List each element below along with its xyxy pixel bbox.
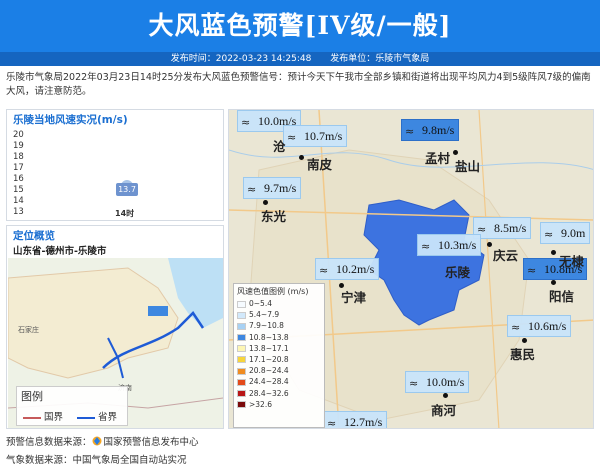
place-label: 盐山 — [455, 159, 481, 174]
wind-tag[interactable]: ≈10.2m/s — [315, 258, 380, 280]
wind-icon: ≈ — [241, 116, 251, 129]
color-swatch — [237, 401, 246, 409]
wind-tag[interactable]: ≈8.5m/s — [473, 217, 532, 239]
wind-icon: ≈ — [405, 125, 415, 138]
wind-icon: ≈ — [327, 417, 337, 429]
place-dot — [522, 338, 527, 343]
color-legend-item: 28.4~32.6 — [237, 388, 321, 399]
color-legend-item: 17.1~20.8 — [237, 354, 321, 365]
place-label: 庆云 — [493, 248, 519, 263]
y-tick: 18 — [13, 152, 24, 162]
color-swatch — [237, 390, 246, 397]
wind-tag[interactable]: ≈9.0m — [540, 222, 591, 244]
wind-icon: ≈ — [511, 321, 521, 334]
color-legend-item: 0~5.4 — [237, 298, 321, 309]
y-tick: 15 — [13, 185, 24, 195]
wind-y-axis: 20 19 18 17 16 15 14 13 — [7, 130, 29, 218]
place-dot — [443, 393, 448, 398]
wind-icon: ≈ — [527, 264, 537, 277]
alert-description: 乐陵市气象局2022年03月23日14时25分发布大风蓝色预警信号：预计今天下午… — [6, 72, 591, 97]
wind-tag[interactable]: ≈10.6m/s — [507, 315, 572, 337]
location-panel: 定位概览 山东省-德州市-乐陵市 石家庄 济南 图例 国界 省界 — [6, 225, 224, 429]
place-label: 宁津 — [341, 290, 367, 305]
place-dot — [299, 155, 304, 160]
color-swatch — [237, 345, 246, 353]
color-swatch — [237, 300, 246, 308]
main-map[interactable]: ≈10.0m/s ≈10.7m/s ≈9.8m/s ≈9.7m/s ≈8.5m/… — [228, 109, 594, 429]
place-label: 惠民 — [510, 347, 536, 362]
map-label: 石家庄 — [18, 325, 39, 334]
publisher: 发布单位：乐陵市气象局 — [330, 54, 430, 64]
y-tick: 19 — [13, 141, 24, 151]
wind-icon: ≈ — [421, 240, 431, 253]
place-label: 无棣 — [559, 254, 585, 269]
wind-tag[interactable]: ≈9.8m/s — [401, 119, 460, 141]
y-tick: 13 — [13, 207, 24, 217]
wind-speed-panel: 乐陵当地风速实况(m/s) 20 19 18 17 16 15 14 13 13… — [6, 109, 224, 221]
alert-header: 大风蓝色预警[IV级/一般] 发布时间：2022-03-23 14:25:48 … — [0, 0, 600, 66]
legend-title: 图例 — [21, 390, 43, 403]
wind-tag[interactable]: ≈9.7m/s — [243, 177, 302, 199]
color-legend-item: 5.4~7.9 — [237, 309, 321, 320]
wind-data-label: 13.7 — [116, 183, 138, 196]
color-legend-item: 20.8~24.4 — [237, 365, 321, 376]
overview-map[interactable]: 石家庄 济南 图例 国界 省界 — [8, 258, 223, 428]
provincial-border-swatch — [77, 416, 95, 419]
color-swatch — [237, 334, 246, 342]
place-label: 孟村 — [425, 151, 451, 166]
publish-time: 发布时间：2022-03-23 14:25:48 — [170, 54, 312, 64]
wind-tag[interactable]: ≈12.7m/s — [323, 411, 388, 429]
wind-icon: ≈ — [409, 377, 419, 390]
color-swatch — [237, 378, 246, 386]
wind-panel-title: 乐陵当地风速实况(m/s) — [13, 114, 128, 126]
place-label: 沧 — [273, 139, 286, 154]
map-legend: 图例 国界 省界 — [16, 386, 128, 426]
place-dot — [551, 280, 556, 285]
weather-source: 气象数据来源：中国气象局全国自动站实况 — [6, 455, 187, 466]
legend-national: 国界 — [23, 409, 63, 423]
color-swatch — [237, 367, 246, 375]
wind-tag[interactable]: ≈10.0m/s — [405, 371, 470, 393]
wind-color-legend: 风速色值图例 (m/s) 0~5.4 5.4~7.9 7.9~10.8 10.8~13… — [233, 283, 325, 428]
color-legend-item: >32.6 — [237, 399, 321, 410]
alert-title: 大风蓝色预警[IV级/一般] — [148, 11, 452, 40]
place-label: 阳信 — [549, 289, 575, 304]
place-dot — [263, 200, 268, 205]
color-legend-item: 10.8~13.8 — [237, 332, 321, 343]
national-border-swatch — [23, 416, 41, 419]
color-swatch — [237, 322, 246, 330]
place-dot — [551, 250, 556, 255]
y-tick: 17 — [13, 163, 24, 173]
warning-center-logo-icon — [92, 436, 102, 446]
color-legend-title: 风速色值图例 (m/s) — [237, 287, 309, 296]
wind-icon: ≈ — [544, 228, 554, 241]
color-legend-item: 24.4~28.4 — [237, 376, 321, 387]
warning-source: 预警信息数据来源： 国家预警信息发布中心 — [6, 436, 199, 448]
alert-meta-bar: 发布时间：2022-03-23 14:25:48 发布单位：乐陵市气象局 — [0, 52, 600, 66]
place-dot — [487, 242, 492, 247]
location-panel-title: 定位概览 — [13, 230, 55, 242]
color-legend-item: 13.8~17.1 — [237, 343, 321, 354]
wind-x-label: 14时 — [115, 209, 135, 218]
place-dot — [453, 150, 458, 155]
y-tick: 14 — [13, 196, 24, 206]
place-label: 商河 — [431, 403, 457, 418]
color-swatch — [237, 356, 246, 364]
y-tick: 16 — [13, 174, 24, 184]
place-label: 东光 — [261, 209, 287, 224]
y-tick: 20 — [13, 130, 24, 140]
place-label: 南皮 — [307, 157, 333, 172]
wind-tag[interactable]: ≈10.7m/s — [283, 125, 348, 147]
location-name: 山东省-德州市-乐陵市 — [13, 246, 107, 257]
wind-tag[interactable]: ≈10.3m/s — [417, 234, 482, 256]
color-legend-item: 7.9~10.8 — [237, 320, 321, 331]
wind-icon: ≈ — [319, 264, 329, 277]
color-swatch — [237, 311, 246, 319]
place-label: 乐陵 — [445, 265, 471, 280]
warning-source-name[interactable]: 国家预警信息发布中心 — [104, 437, 199, 448]
legend-provincial: 省界 — [77, 409, 117, 423]
wind-icon: ≈ — [247, 183, 257, 196]
wind-icon: ≈ — [287, 131, 297, 144]
